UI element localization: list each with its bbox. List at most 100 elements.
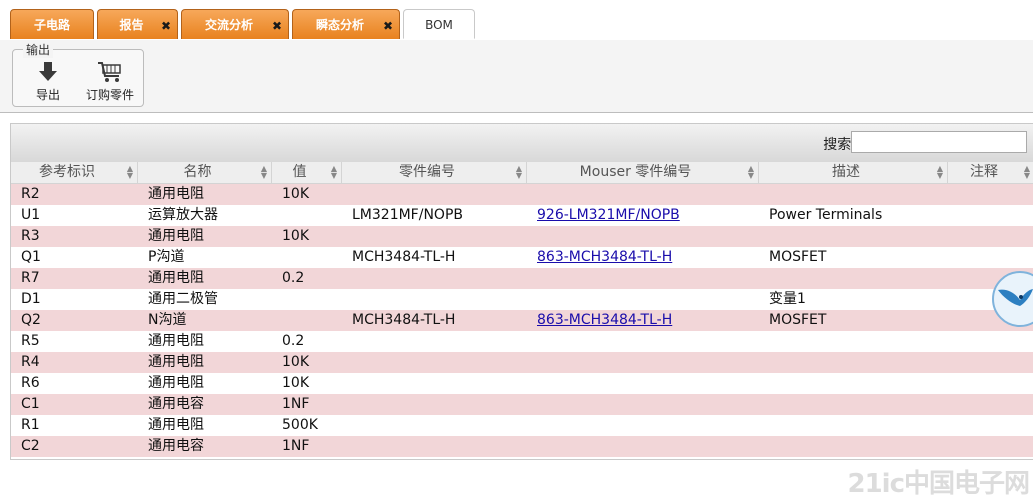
column-header-label: 注释: [970, 164, 998, 180]
cell-name: 通用电容: [148, 396, 204, 412]
table-row[interactable]: R2 通用电阻 10K: [11, 184, 1033, 205]
cell-ref: R4: [21, 354, 40, 370]
table-row[interactable]: R4 通用电阻 10K: [11, 352, 1033, 373]
tab-label: 报告: [119, 18, 144, 32]
cell-name: 通用电阻: [148, 417, 204, 433]
bird-logo-icon[interactable]: [990, 270, 1033, 328]
column-header-label: 名称: [183, 164, 212, 180]
column-header-description[interactable]: 描述 ▲ ▼: [759, 162, 948, 183]
cell-desc: 变量1: [769, 291, 806, 307]
mouser-part-link[interactable]: 926-LM321MF/NOPB: [537, 207, 680, 223]
cell-ref: Q2: [21, 312, 41, 328]
tab-subcircuit[interactable]: 子电路: [10, 9, 94, 39]
bom-table: 搜索: 参考标识 ▲ ▼ 名称 ▲ ▼ 值 ▲ ▼ 零件编号 ▲ ▼ Mouser 零件…: [10, 123, 1033, 460]
sort-icon: ▲ ▼: [330, 164, 337, 180]
tab-label: 瞬态分析: [315, 18, 364, 32]
column-header-name[interactable]: 名称 ▲ ▼: [138, 162, 272, 183]
cell-value: 500K: [282, 417, 318, 433]
table-row[interactable]: Q1 P沟道 MCH3484-TL-H 863-MCH3484-TL-H MOSFET: [11, 247, 1033, 268]
cell-ref: D1: [21, 291, 41, 307]
cell-name: 通用二极管: [148, 291, 218, 307]
output-group-title: 输出: [23, 41, 54, 58]
order-parts-button[interactable]: 订购零件: [81, 60, 139, 103]
cell-mouser: 863-MCH3484-TL-H: [537, 247, 672, 268]
cell-ref: Q1: [21, 249, 41, 265]
cell-ref: C1: [21, 396, 40, 412]
cell-name: N沟道: [148, 312, 187, 328]
download-arrow-icon: [39, 62, 57, 81]
column-header-part-number[interactable]: 零件编号 ▲ ▼: [342, 162, 527, 183]
cell-value: 10K: [282, 354, 309, 370]
column-header-ref[interactable]: 参考标识 ▲ ▼: [11, 162, 138, 183]
output-group: 输出 导出 订购零件: [12, 41, 144, 107]
tab-ac-analysis[interactable]: 交流分析 ✖: [181, 9, 289, 39]
sort-icon: ▲ ▼: [515, 164, 522, 180]
cell-desc: MOSFET: [769, 312, 827, 328]
sort-icon: ▲ ▼: [1023, 164, 1030, 180]
table-row[interactable]: C2 通用电容 1NF: [11, 436, 1033, 457]
cell-part: LM321MF/NOPB: [352, 207, 463, 223]
mouser-part-link[interactable]: 863-MCH3484-TL-H: [537, 249, 672, 265]
cell-value: 10K: [282, 375, 309, 391]
table-row[interactable]: C1 通用电容 1NF: [11, 394, 1033, 415]
table-row[interactable]: R6 通用电阻 10K: [11, 373, 1033, 394]
cell-name: 通用电阻: [148, 333, 204, 349]
cell-ref: R5: [21, 333, 40, 349]
table-row[interactable]: R5 通用电阻 0.2: [11, 331, 1033, 352]
mouser-part-link[interactable]: 863-MCH3484-TL-H: [537, 312, 672, 328]
cell-ref: R3: [21, 228, 40, 244]
tab-report[interactable]: 报告 ✖: [97, 9, 178, 39]
search-input[interactable]: [851, 131, 1027, 153]
tab-label: BOM: [425, 18, 453, 32]
cell-name: P沟道: [148, 249, 185, 265]
cell-name: 通用电容: [148, 438, 204, 454]
cell-ref: R1: [21, 417, 40, 433]
cell-name: 通用电阻: [148, 270, 204, 286]
cell-name: 通用电阻: [148, 186, 204, 202]
toolbar: 输出 导出 订购零件: [0, 40, 1033, 113]
table-row[interactable]: R3 通用电阻 10K: [11, 226, 1033, 247]
cell-name: 运算放大器: [148, 207, 218, 223]
cell-desc: MOSFET: [769, 249, 827, 265]
column-header-value[interactable]: 值 ▲ ▼: [272, 162, 342, 183]
cell-value: 0.2: [282, 270, 305, 286]
export-button[interactable]: 导出: [23, 60, 73, 103]
cell-mouser: 926-LM321MF/NOPB: [537, 205, 680, 226]
tab-bom[interactable]: BOM: [403, 9, 475, 39]
order-parts-label: 订购零件: [85, 88, 134, 102]
tab-bar: 子电路 报告 ✖ 交流分析 ✖ 瞬态分析 ✖ BOM: [0, 0, 1033, 41]
watermark: 21ic中国电子网: [847, 469, 1030, 499]
cell-value: 1NF: [282, 438, 310, 454]
sort-icon: ▲ ▼: [747, 164, 754, 180]
table-row[interactable]: D1 通用二极管 变量1: [11, 289, 1033, 310]
cell-mouser: 863-MCH3484-TL-H: [537, 310, 672, 331]
table-body: R2 通用电阻 10K U1 运算放大器 LM321MF/NOPB 926-LM321MF/…: [11, 184, 1033, 457]
sort-icon: ▲ ▼: [126, 164, 133, 180]
sort-icon: ▲ ▼: [260, 164, 267, 180]
close-icon[interactable]: ✖: [383, 11, 393, 41]
table-row[interactable]: U1 运算放大器 LM321MF/NOPB 926-LM321MF/NOPB Power…: [11, 205, 1033, 226]
cell-ref: R2: [21, 186, 40, 202]
table-row[interactable]: R7 通用电阻 0.2: [11, 268, 1033, 289]
shopping-cart-icon: [98, 62, 121, 82]
column-header-label: 描述: [832, 164, 860, 180]
cell-ref: R7: [21, 270, 40, 286]
column-header-mouser-part-number[interactable]: Mouser 零件编号 ▲ ▼: [527, 162, 759, 183]
tab-label: 交流分析: [204, 18, 253, 32]
cell-name: 通用电阻: [148, 375, 204, 391]
close-icon[interactable]: ✖: [272, 11, 282, 41]
tab-transient-analysis[interactable]: 瞬态分析 ✖: [292, 9, 400, 39]
column-header-note[interactable]: 注释 ▲ ▼: [948, 162, 1033, 183]
cell-value: 10K: [282, 186, 309, 202]
cell-ref: R6: [21, 375, 40, 391]
column-header-label: Mouser 零件编号: [579, 164, 692, 180]
column-header-label: 值: [292, 164, 307, 180]
cell-value: 0.2: [282, 333, 305, 349]
table-row[interactable]: R1 通用电阻 500K: [11, 415, 1033, 436]
cell-part: MCH3484-TL-H: [352, 312, 456, 328]
column-headers: 参考标识 ▲ ▼ 名称 ▲ ▼ 值 ▲ ▼ 零件编号 ▲ ▼ Mouser 零件编号 ▲…: [11, 162, 1033, 184]
export-label: 导出: [35, 88, 60, 102]
table-row[interactable]: Q2 N沟道 MCH3484-TL-H 863-MCH3484-TL-H MOSFET: [11, 310, 1033, 331]
tab-label: 子电路: [33, 18, 70, 32]
close-icon[interactable]: ✖: [161, 11, 171, 41]
